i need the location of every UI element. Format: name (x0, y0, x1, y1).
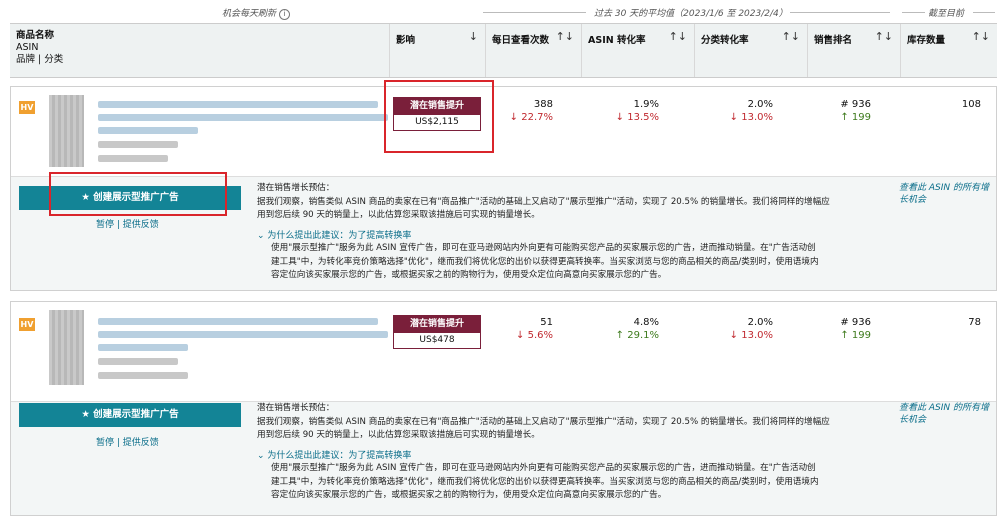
sort-icon[interactable]: ↑↓ (875, 30, 893, 43)
sort-down-icon[interactable]: ↓ (469, 30, 478, 43)
asin-cr-change: ↑ 29.1% (615, 330, 659, 341)
inventory-column-header[interactable]: 库存数量 ↑↓ (900, 24, 998, 77)
chevron-down-icon: ⌄ (257, 451, 268, 461)
rank-column-header[interactable]: 销售排名 ↑↓ (807, 24, 901, 77)
daily-views-change: ↓ 22.7% (509, 112, 553, 123)
brand-category-text (98, 372, 188, 379)
arrow-up-icon: ↑ (840, 112, 852, 123)
product-thumbnail (49, 310, 84, 385)
why-explanation: 使用"展示型推广"服务为此 ASIN 宣传广告，即可在亚马逊网站内外向更有可能购… (271, 463, 819, 500)
avg-period-label: 过去 30 天的平均值（2023/1/6 至 2023/2/4） (594, 9, 788, 19)
impact-column-header[interactable]: 影响 ↓ (389, 24, 486, 77)
product-title-link[interactable] (98, 101, 378, 108)
product-title-link[interactable] (98, 344, 188, 351)
product-thumbnail (49, 95, 84, 167)
estimate-section: 潜在销售增长预估： 据我们观察，销售类似 ASIN 商品的卖家在已有"商品推广"… (257, 183, 830, 220)
pause-link[interactable]: 暂停 (96, 220, 114, 230)
highlight-box-cta (49, 172, 227, 216)
arrow-down-icon: ↓ (729, 330, 742, 341)
daily-views: 388 (533, 99, 553, 110)
category-cr-change: ↓ 13.0% (729, 330, 773, 341)
estimate-section: 潜在销售增长预估： 据我们观察，销售类似 ASIN 商品的卖家在已有"商品推广"… (257, 403, 830, 440)
product-title-link[interactable] (98, 318, 378, 325)
feedback-link[interactable]: 提供反馈 (123, 438, 159, 448)
star-icon: ★ (81, 409, 94, 420)
table-header: 商品名称 ASIN 品牌 | 分类 影响 ↓ 每日查看次数 ↑↓ ASIN 转化率 ↑… (10, 23, 997, 78)
inventory-count: 78 (968, 317, 981, 328)
category-cr: 2.0% (747, 99, 773, 110)
arrow-up-icon: ↑ (840, 330, 852, 341)
why-explanation: 使用"展示型推广"服务为此 ASIN 宣传广告，即可在亚马逊网站内外向更有可能购… (271, 243, 819, 280)
sales-rank-change: ↑ 199 (840, 330, 871, 341)
view-all-opportunities-link[interactable]: 查看此 ASIN 的所有增长机会 (899, 402, 991, 426)
arrow-down-icon: ↓ (615, 112, 628, 123)
sales-rank-change: ↑ 199 (840, 112, 871, 123)
recommendation-panel: ★ 创建展示型推广广告 暂停 | 提供反馈 潜在销售增长预估： 据我们观察，销售… (11, 401, 996, 515)
arrow-up-icon: ↑ (615, 330, 628, 341)
daily-views: 51 (540, 317, 553, 328)
product-column-header: 商品名称 ASIN 品牌 | 分类 (16, 30, 64, 65)
why-recommendation-toggle[interactable]: ⌄ 为什么提出此建议：为了提高转换率 (257, 228, 411, 241)
sales-rank: # 936 (840, 317, 871, 328)
sales-rank: # 936 (840, 99, 871, 110)
create-display-ad-button[interactable]: ★ 创建展示型推广广告 (19, 403, 241, 427)
impact-badge: 潜在销售提升 US$478 (393, 315, 481, 349)
asin-text (98, 358, 178, 365)
arrow-down-icon: ↓ (516, 330, 528, 341)
category-cr-change: ↓ 13.0% (729, 112, 773, 123)
to-date-label: 截至目前 (928, 9, 965, 19)
brand-category-text (98, 155, 168, 162)
asin-cr-change: ↓ 13.5% (615, 112, 659, 123)
product-title-link[interactable] (98, 127, 198, 134)
sort-icon[interactable]: ↑↓ (669, 30, 687, 43)
hv-badge: HV (19, 318, 35, 331)
pause-link[interactable]: 暂停 (96, 438, 114, 448)
category-cr-column-header[interactable]: 分类转化率 ↑↓ (694, 24, 808, 77)
table-row: HV 潜在销售提升 US$478 51 ↓ 5.6% 4.8% ↑ 29.1% … (10, 301, 997, 516)
sort-icon[interactable]: ↑↓ (556, 30, 574, 43)
row-actions: 暂停 | 提供反馈 (96, 438, 159, 448)
refresh-note: 机会每天刷新 i (222, 6, 290, 20)
asin-cr: 1.9% (633, 99, 659, 110)
sort-icon[interactable]: ↑↓ (972, 30, 990, 43)
arrow-down-icon: ↓ (509, 112, 522, 123)
daily-views-change: ↓ 5.6% (516, 330, 553, 341)
chevron-down-icon: ⌄ (257, 231, 268, 241)
inventory-count: 108 (961, 99, 981, 110)
sort-icon[interactable]: ↑↓ (782, 30, 800, 43)
product-title-link[interactable] (98, 114, 388, 121)
asin-cr-column-header[interactable]: ASIN 转化率 ↑↓ (581, 24, 695, 77)
asin-text (98, 141, 178, 148)
category-cr: 2.0% (747, 317, 773, 328)
why-recommendation-toggle[interactable]: ⌄ 为什么提出此建议：为了提高转换率 (257, 448, 411, 461)
views-column-header[interactable]: 每日查看次数 ↑↓ (485, 24, 582, 77)
arrow-down-icon: ↓ (729, 112, 742, 123)
info-icon[interactable]: i (278, 9, 290, 20)
highlight-box-impact (384, 80, 494, 153)
row-actions: 暂停 | 提供反馈 (96, 220, 159, 230)
product-title-link[interactable] (98, 331, 388, 338)
view-all-opportunities-link[interactable]: 查看此 ASIN 的所有增长机会 (899, 182, 991, 206)
asin-cr: 4.8% (633, 317, 659, 328)
hv-badge: HV (19, 101, 35, 114)
feedback-link[interactable]: 提供反馈 (123, 220, 159, 230)
